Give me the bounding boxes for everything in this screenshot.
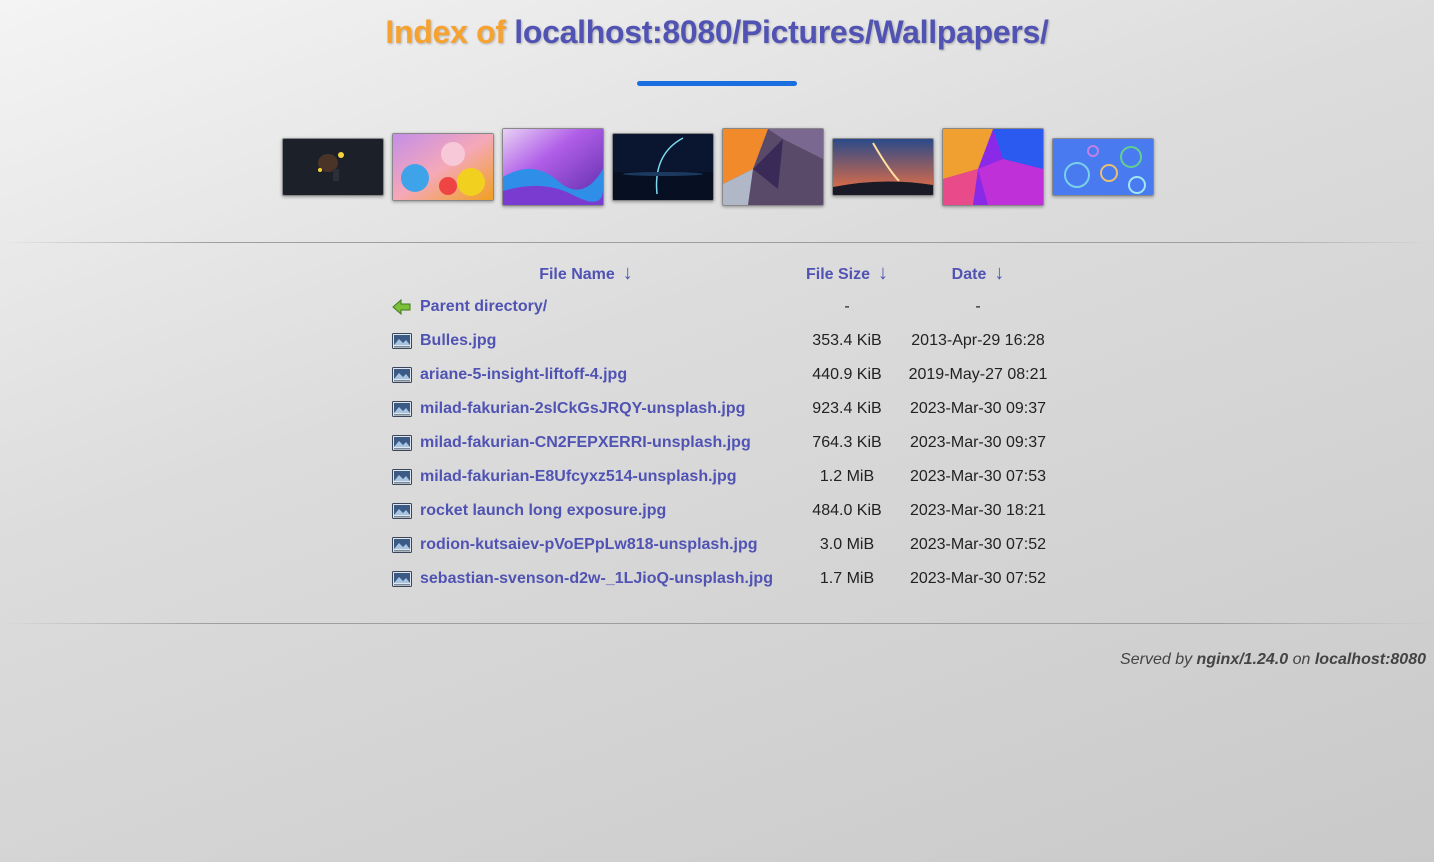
page-title: Index of localhost:8080/Pictures/Wallpap… bbox=[0, 14, 1434, 51]
table-row: milad-fakurian-CN2FEPXERRI-unsplash.jpg 7… bbox=[386, 426, 1048, 460]
file-date-cell: 2013-Apr-29 16:28 bbox=[911, 332, 1045, 349]
column-header-name[interactable]: File Name ↓ bbox=[386, 256, 786, 290]
file-link[interactable]: sebastian-svenson-d2w-_1LJioQ-unsplash.j… bbox=[420, 570, 773, 587]
image-file-icon bbox=[392, 502, 412, 519]
thumbnail-dark-figures[interactable] bbox=[282, 138, 384, 196]
thumbnail-purple-waves[interactable] bbox=[502, 128, 604, 206]
table-row: milad-fakurian-E8Ufcyxz514-unsplash.jpg 1… bbox=[386, 460, 1048, 494]
file-name-cell: sebastian-svenson-d2w-_1LJioQ-unsplash.j… bbox=[386, 562, 786, 596]
file-date-cell: 2023-Mar-30 09:37 bbox=[909, 434, 1047, 451]
file-date-cell: - bbox=[975, 298, 981, 315]
thumbnail-strip bbox=[282, 128, 1154, 206]
file-name-cell: rodion-kutsaiev-pVoEPpLw818-unsplash.jpg bbox=[386, 528, 786, 562]
file-size-cell: 1.7 MiB bbox=[819, 570, 875, 587]
title-prefix: Index of bbox=[385, 14, 506, 50]
file-name-cell: milad-fakurian-2slCkGsJRQY-unsplash.jpg bbox=[386, 392, 786, 426]
parent-directory-row: Parent directory/ - - bbox=[386, 290, 1048, 324]
sort-arrow-icon: ↓ bbox=[994, 261, 1005, 284]
file-link[interactable]: rocket launch long exposure.jpg bbox=[420, 502, 666, 519]
divider-top bbox=[0, 242, 1434, 243]
thumbnail-colorful-drops[interactable] bbox=[392, 133, 494, 201]
file-date-cell: 2019-May-27 08:21 bbox=[908, 366, 1048, 383]
file-date-cell: 2023-Mar-30 07:52 bbox=[909, 570, 1047, 587]
file-name-cell: rocket launch long exposure.jpg bbox=[386, 494, 786, 528]
file-size-cell: 440.9 KiB bbox=[812, 366, 882, 383]
image-file-icon bbox=[392, 570, 412, 587]
table-header-row: File Name ↓ File Size ↓ Date ↓ bbox=[386, 256, 1048, 290]
image-file-icon bbox=[392, 400, 412, 417]
file-size-cell: 3.0 MiB bbox=[819, 536, 875, 553]
column-header-size[interactable]: File Size ↓ bbox=[786, 256, 908, 290]
file-size-cell: 353.4 KiB bbox=[812, 332, 882, 349]
title-path: localhost:8080/Pictures/Wallpapers/ bbox=[514, 14, 1049, 50]
sort-arrow-icon: ↓ bbox=[878, 261, 889, 284]
file-name-cell: milad-fakurian-E8Ufcyxz514-unsplash.jpg bbox=[386, 460, 786, 494]
table-row: Bulles.jpg 353.4 KiB 2013-Apr-29 16:28 bbox=[386, 324, 1048, 358]
file-size-cell: - bbox=[844, 298, 850, 315]
file-name-cell: ariane-5-insight-liftoff-4.jpg bbox=[386, 358, 786, 392]
file-name-cell: milad-fakurian-CN2FEPXERRI-unsplash.jpg bbox=[386, 426, 786, 460]
file-size-cell: 764.3 KiB bbox=[812, 434, 882, 451]
file-link[interactable]: rodion-kutsaiev-pVoEPpLw818-unsplash.jpg bbox=[420, 536, 758, 553]
divider-bottom bbox=[0, 623, 1434, 624]
file-size-cell: 1.2 MiB bbox=[819, 468, 875, 485]
sort-arrow-icon: ↓ bbox=[622, 261, 633, 284]
thumbnail-abstract-shapes[interactable] bbox=[722, 128, 824, 206]
file-size-cell: 484.0 KiB bbox=[812, 502, 882, 519]
table-row: milad-fakurian-2slCkGsJRQY-unsplash.jpg 9… bbox=[386, 392, 1048, 426]
table-row: sebastian-svenson-d2w-_1LJioQ-unsplash.j… bbox=[386, 562, 1048, 596]
image-file-icon bbox=[392, 536, 412, 553]
file-date-cell: 2023-Mar-30 07:52 bbox=[909, 536, 1047, 553]
table-row: rocket launch long exposure.jpg 484.0 KiB… bbox=[386, 494, 1048, 528]
file-size-cell: 923.4 KiB bbox=[812, 400, 882, 417]
image-file-icon bbox=[392, 332, 412, 349]
file-link[interactable]: milad-fakurian-2slCkGsJRQY-unsplash.jpg bbox=[420, 400, 745, 417]
thumbnail-abstract-colors[interactable] bbox=[942, 128, 1044, 206]
table-row: rodion-kutsaiev-pVoEPpLw818-unsplash.jpg… bbox=[386, 528, 1048, 562]
file-link[interactable]: milad-fakurian-CN2FEPXERRI-unsplash.jpg bbox=[420, 434, 751, 451]
server-host: localhost:8080 bbox=[1314, 651, 1426, 668]
file-link[interactable]: ariane-5-insight-liftoff-4.jpg bbox=[420, 366, 627, 383]
file-date-cell: 2023-Mar-30 09:37 bbox=[909, 400, 1047, 417]
server-footer: Served by nginx/1.24.0 on localhost:8080 bbox=[1120, 651, 1426, 668]
file-listing-table: File Name ↓ File Size ↓ Date ↓ Parent direc… bbox=[386, 256, 1048, 596]
image-file-icon bbox=[392, 434, 412, 451]
table-row: ariane-5-insight-liftoff-4.jpg 440.9 KiB 2… bbox=[386, 358, 1048, 392]
column-header-date[interactable]: Date ↓ bbox=[908, 256, 1048, 290]
thumbnail-rocket-launch[interactable] bbox=[832, 138, 934, 196]
file-name-cell: Parent directory/ bbox=[386, 290, 786, 324]
thumbnail-dark-arc[interactable] bbox=[612, 133, 714, 201]
file-date-cell: 2023-Mar-30 18:21 bbox=[909, 502, 1047, 519]
file-link[interactable]: milad-fakurian-E8Ufcyxz514-unsplash.jpg bbox=[420, 468, 737, 485]
file-date-cell: 2023-Mar-30 07:53 bbox=[909, 468, 1047, 485]
file-name-cell: Bulles.jpg bbox=[386, 324, 786, 358]
back-arrow-icon bbox=[392, 298, 412, 315]
parent-directory-link[interactable]: Parent directory/ bbox=[420, 298, 547, 315]
title-underline-bar bbox=[637, 81, 797, 86]
file-link[interactable]: Bulles.jpg bbox=[420, 332, 496, 349]
server-name: nginx/1.24.0 bbox=[1196, 651, 1289, 668]
image-file-icon bbox=[392, 468, 412, 485]
image-file-icon bbox=[392, 366, 412, 383]
thumbnail-bubbles[interactable] bbox=[1052, 138, 1154, 196]
